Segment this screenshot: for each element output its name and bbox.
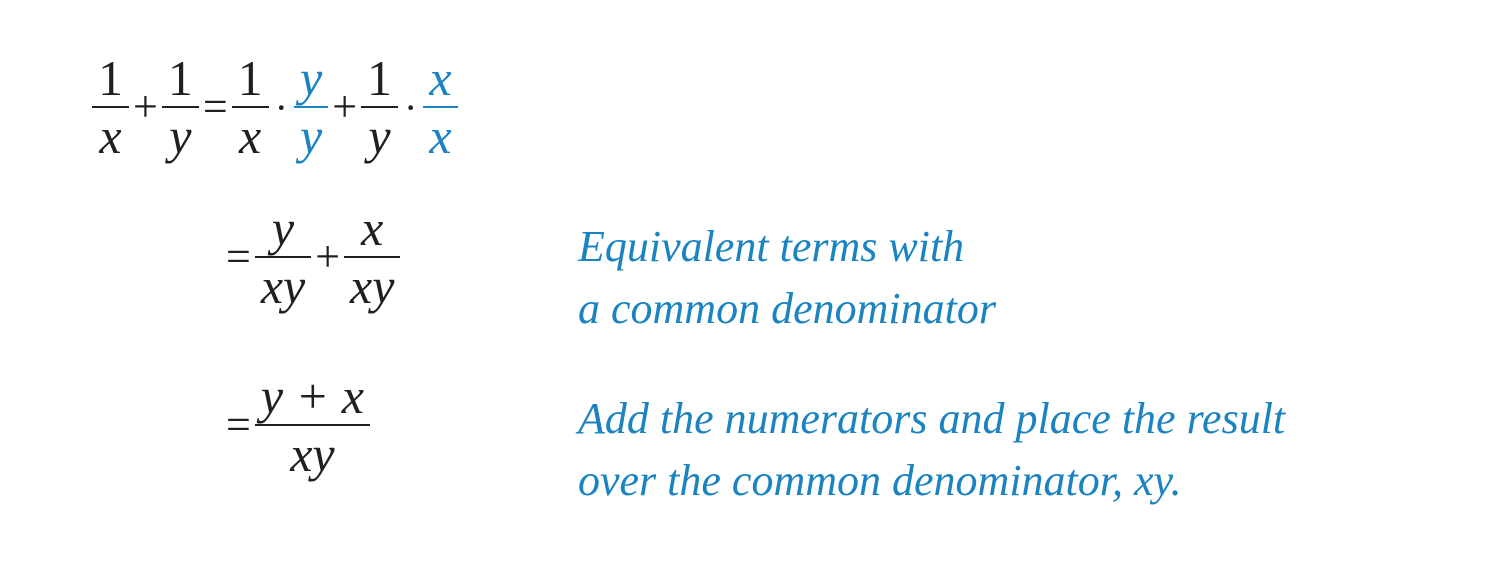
numerator: 1 [367, 50, 393, 106]
note-equivalent-terms: Equivalent terms with a common denominat… [578, 216, 996, 340]
equation-step-3: = y + x xy [222, 368, 370, 482]
equals-sign: = [202, 82, 228, 131]
fraction-1-over-y: 1 y [361, 50, 399, 164]
note-add-numerators: Add the numerators and place the result … [578, 388, 1285, 512]
note-line: Add the numerators and place the result [578, 394, 1286, 443]
fraction-1-over-x: 1 x [231, 50, 269, 164]
numerator: y [299, 50, 323, 106]
fraction-1-over-x: 1 x [92, 50, 129, 164]
denominator: x [239, 108, 262, 164]
fraction-x-over-xy: x xy [344, 200, 401, 314]
numerator: x [361, 200, 384, 256]
denominator: xy [350, 258, 395, 314]
denominator: xy [290, 426, 335, 482]
numerator: x [429, 50, 452, 106]
fraction-sum-over-xy: y + x xy [254, 368, 370, 482]
multiply-dot: · [274, 84, 288, 130]
numerator: y + x [260, 368, 364, 424]
fraction-x-over-x: x x [423, 50, 458, 164]
denominator: y [299, 108, 323, 164]
note-line: a common denominator [578, 284, 996, 333]
multiply-dot: · [404, 84, 418, 130]
denominator: xy [260, 258, 306, 314]
fraction-y-over-xy: y xy [254, 200, 312, 314]
numerator: y [271, 200, 295, 256]
equals-sign: = [226, 400, 251, 449]
plus-sign: + [133, 82, 158, 131]
plus-sign: + [315, 232, 341, 281]
denominator: y [368, 108, 391, 164]
numerator: 1 [237, 50, 263, 106]
equation-step-1: 1 x + 1 y = 1 x · y y + 1 y · x x [92, 50, 458, 164]
denominator: x [99, 108, 122, 164]
note-line: Equivalent terms with [578, 222, 965, 271]
fraction-1-over-y: 1 y [161, 50, 199, 164]
numerator: 1 [98, 50, 123, 106]
note-line: over the common denominator, xy. [578, 456, 1182, 505]
equals-sign: = [226, 232, 251, 281]
fraction-y-over-y: y y [293, 50, 329, 164]
plus-sign: + [332, 82, 358, 131]
numerator: 1 [167, 50, 193, 106]
denominator: y [169, 108, 192, 164]
denominator: x [429, 108, 452, 164]
equation-step-2: = y xy + x xy [222, 200, 401, 314]
